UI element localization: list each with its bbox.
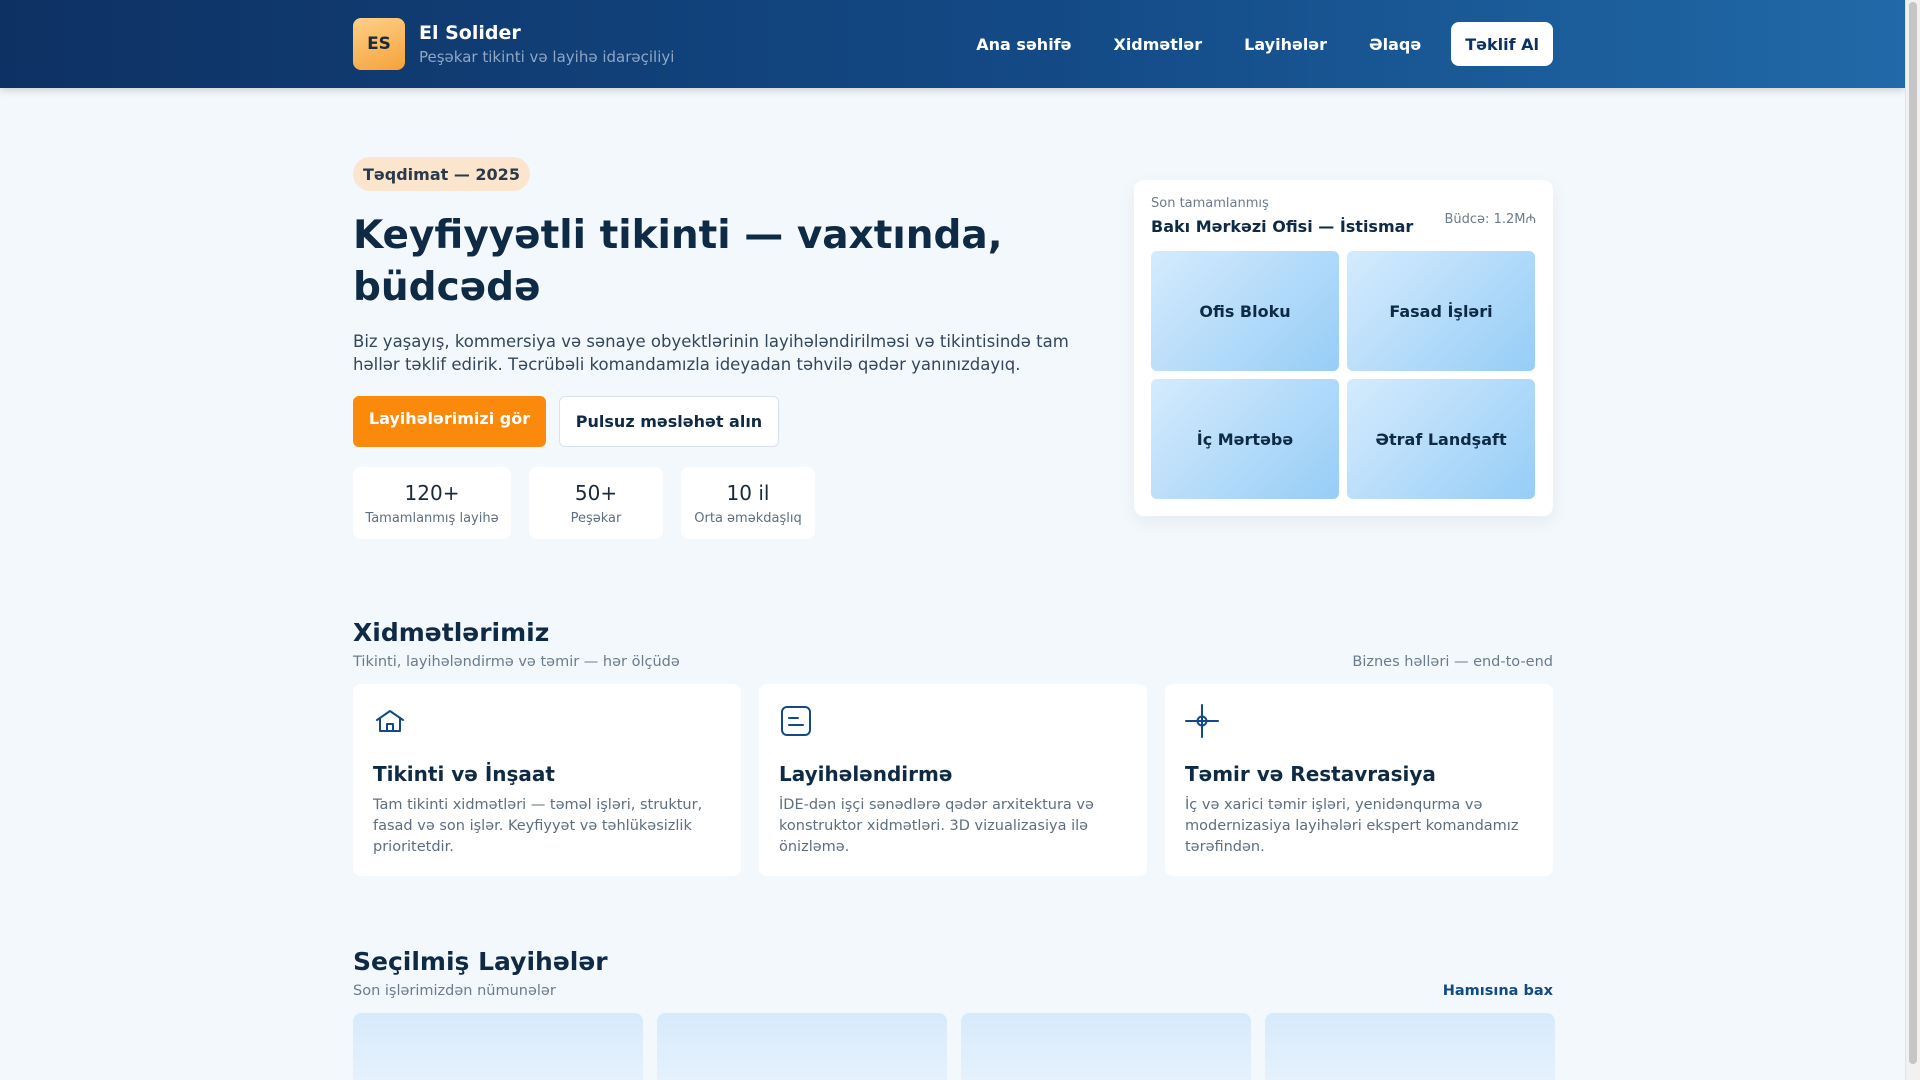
hero-title: Keyfiyyətli tikinti — vaxtında, büdcədə	[353, 213, 1003, 310]
projects-grid	[353, 1013, 1555, 1080]
service-description: İç və xarici təmir işləri, yenidənqurma …	[1185, 797, 1519, 855]
hero-description: Biz yaşayış, kommersiya və sənaye obyekt…	[353, 332, 1069, 374]
card-subtitle: Son tamamlanmış	[1151, 196, 1269, 211]
page: ES El Solider Peşəkar tikinti və layihə …	[0, 0, 1905, 1080]
service-card-design[interactable]: Layihələndirmə İDE-dən işçi sənədlərə qə…	[759, 684, 1147, 876]
projects-subtitle: Son işlərimizdən nümunələr	[353, 983, 556, 999]
services-list: Tikinti və İnşaat Tam tikinti xidmətləri…	[353, 684, 1553, 876]
brand-tagline: Peşəkar tikinti və layihə idarəçiliyi	[419, 48, 675, 66]
tile-facade-works[interactable]: Fasad İşləri	[1347, 251, 1535, 371]
service-card-renovation[interactable]: Təmir və Restavrasiya İç və xarici təmir…	[1165, 684, 1553, 876]
latest-project-card: Son tamamlanmış Bakı Mərkəzi Ofisi — İst…	[1134, 180, 1553, 516]
services-note: Biznes həlləri — end-to-end	[1352, 654, 1553, 670]
site-header: ES El Solider Peşəkar tikinti və layihə …	[0, 0, 1905, 88]
service-title: Təmir və Restavrasiya	[1185, 762, 1436, 786]
service-description: İDE-dən işçi sənədlərə qədər arxitektura…	[779, 797, 1094, 855]
project-tiles: Ofis Bloku Fasad İşləri İç Mərtəbə Ətraf…	[1151, 251, 1536, 499]
service-title: Tikinti və İnşaat	[373, 762, 555, 786]
project-card[interactable]	[1265, 1013, 1555, 1080]
project-card[interactable]	[657, 1013, 947, 1080]
stat-card: 50+ Peşəkar	[529, 467, 663, 539]
scrollbar-thumb[interactable]	[1909, 2, 1917, 1064]
card-budget: Büdcə: 1.2M₼	[1444, 212, 1537, 227]
see-all-link[interactable]: Hamısına bax	[1443, 983, 1553, 999]
free-consultation-button[interactable]: Pulsuz məsləhət alın	[559, 396, 779, 447]
service-card-construction[interactable]: Tikinti və İnşaat Tam tikinti xidmətləri…	[353, 684, 741, 876]
page-scrollbar[interactable]	[1905, 0, 1920, 1080]
stat-value: 10 il	[726, 480, 770, 505]
main-nav: Ana səhifə Xidmətlər Layihələr Əlaqə Tək…	[934, 22, 1553, 66]
tile-interior-floor[interactable]: İç Mərtəbə	[1151, 379, 1339, 499]
crosshair-icon	[1185, 704, 1219, 738]
card-title: Bakı Mərkəzi Ofisi — İstismar	[1151, 217, 1414, 236]
nav-item-contact[interactable]: Əlaqə	[1369, 35, 1421, 54]
project-card[interactable]	[961, 1013, 1251, 1080]
service-title: Layihələndirmə	[779, 762, 953, 786]
project-card[interactable]	[353, 1013, 643, 1080]
tile-office-block[interactable]: Ofis Bloku	[1151, 251, 1339, 371]
services-subtitle: Tikinti, layihələndirmə və təmir — hər ö…	[353, 654, 680, 670]
brand: El Solider Peşəkar tikinti və layihə ida…	[419, 22, 674, 66]
stat-card: 10 il Orta əməkdaşlıq	[681, 467, 815, 539]
stat-card: 120+ Tamamlanmış layihə	[353, 467, 511, 539]
stat-label: Peşəkar	[570, 510, 622, 526]
stat-label: Orta əməkdaşlıq	[694, 510, 802, 526]
services-title: Xidmətlərimiz	[353, 618, 550, 647]
stat-label: Tamamlanmış layihə	[365, 510, 499, 526]
logo-badge[interactable]: ES	[353, 18, 405, 70]
brand-name[interactable]: El Solider	[419, 22, 674, 44]
nav-item-home[interactable]: Ana səhifə	[976, 35, 1071, 54]
nav-item-services[interactable]: Xidmətlər	[1113, 35, 1202, 54]
stat-value: 50+	[574, 480, 618, 505]
service-description: Tam tikinti xidmətləri — təməl işləri, s…	[373, 797, 703, 855]
tile-landscape[interactable]: Ətraf Landşaft	[1347, 379, 1535, 499]
hero-badge: Təqdimat — 2025	[353, 157, 530, 191]
stat-value: 120+	[404, 480, 460, 505]
get-offer-button[interactable]: Təklif Al	[1451, 22, 1553, 66]
projects-title: Seçilmiş Layihələr	[353, 947, 608, 976]
house-icon	[376, 710, 404, 732]
view-projects-button[interactable]: Layihələrimizi gör	[353, 396, 546, 447]
stats-row: 120+ Tamamlanmış layihə 50+ Peşəkar 10 i…	[353, 467, 833, 539]
nav-item-projects[interactable]: Layihələr	[1244, 35, 1327, 54]
document-icon	[781, 706, 811, 736]
